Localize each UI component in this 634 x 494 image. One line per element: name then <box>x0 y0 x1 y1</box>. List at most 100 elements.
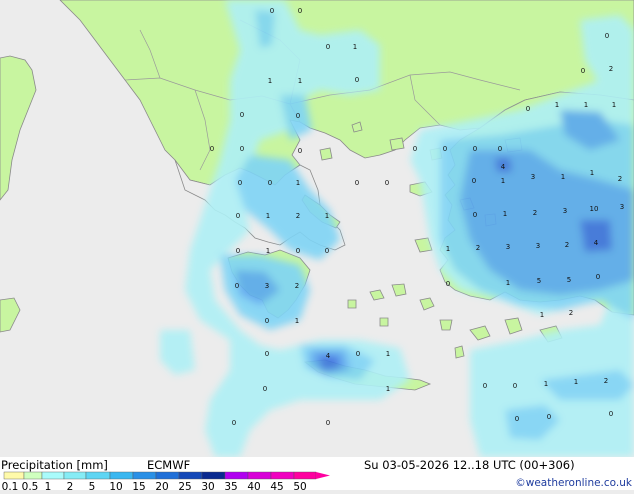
point-value: 0 <box>443 145 447 153</box>
point-value: 2 <box>565 241 569 249</box>
point-value: 1 <box>561 173 565 181</box>
colorbar-tick-label: 30 <box>201 481 214 490</box>
colorbar-tick-label: 25 <box>178 481 191 490</box>
point-value: 10 <box>590 205 599 213</box>
point-value: 2 <box>533 209 537 217</box>
point-value: 0 <box>263 385 267 393</box>
point-value: 1 <box>298 77 302 85</box>
point-value: 1 <box>612 101 616 109</box>
colorbar-swatch <box>63 471 87 480</box>
point-value: 0 <box>446 280 450 288</box>
point-value: 0 <box>296 247 300 255</box>
point-value: 1 <box>353 43 357 51</box>
point-value: 5 <box>537 277 541 285</box>
point-value: 1 <box>540 311 544 319</box>
point-value: 0 <box>268 179 272 187</box>
point-value: 1 <box>555 101 559 109</box>
colorbar-tick-label: 45 <box>270 481 283 490</box>
point-value: 3 <box>531 173 535 181</box>
legend-title: Precipitation [mm] <box>1 458 108 472</box>
point-value: 0 <box>526 105 530 113</box>
colorbar <box>3 471 330 480</box>
colorbar-tick-label: 40 <box>247 481 260 490</box>
colorbar-tick-label: 15 <box>132 481 145 490</box>
point-value: 0 <box>210 145 214 153</box>
point-value: 3 <box>620 203 624 211</box>
colorbar-arrow <box>316 472 330 479</box>
point-value: 0 <box>298 147 302 155</box>
point-value: 1 <box>386 350 390 358</box>
point-value: 0 <box>238 179 242 187</box>
point-value: 0 <box>473 211 477 219</box>
point-value: 0 <box>609 410 613 418</box>
model-name: ECMWF <box>147 458 190 472</box>
point-value: 3 <box>563 207 567 215</box>
point-value: 2 <box>604 377 608 385</box>
point-value: 2 <box>476 244 480 252</box>
point-value: 2 <box>296 212 300 220</box>
point-value: 0 <box>355 179 359 187</box>
point-value: 1 <box>446 245 450 253</box>
point-value: 0 <box>513 382 517 390</box>
point-value: 0 <box>498 145 502 153</box>
colorbar-swatch <box>155 471 180 480</box>
colorbar-swatch <box>293 471 317 480</box>
colorbar-tick-label: 20 <box>155 481 168 490</box>
colorbar-swatch <box>201 471 226 480</box>
colorbar-ticks: 0.1 0.5 1 2 5 10 15 20 25 30 35 40 45 50 <box>2 481 307 493</box>
colorbar-swatch <box>41 471 65 480</box>
point-value: 1 <box>295 317 299 325</box>
point-value: 0 <box>473 145 477 153</box>
point-value: 0 <box>236 212 240 220</box>
colorbar-swatch <box>3 471 25 480</box>
point-value: 0 <box>236 247 240 255</box>
point-value: 2 <box>618 175 622 183</box>
point-value: 0 <box>235 282 239 290</box>
point-value: 0 <box>325 247 329 255</box>
point-value: 0 <box>483 382 487 390</box>
point-value: 0 <box>326 43 330 51</box>
point-value: 0 <box>326 419 330 427</box>
credit-text: ©weatheronline.co.uk <box>515 477 633 489</box>
colorbar-tick-label: 35 <box>224 481 237 490</box>
point-value: 0 <box>385 179 389 187</box>
point-value: 3 <box>506 243 510 251</box>
point-value: 1 <box>584 101 588 109</box>
colorbar-tick-label: 0.5 <box>22 481 39 490</box>
point-value: 0 <box>240 111 244 119</box>
point-value: 0 <box>356 350 360 358</box>
point-value: 3 <box>536 242 540 250</box>
colorbar-tick-label: 2 <box>67 481 74 490</box>
colorbar-tick-label: 1 <box>45 481 52 490</box>
point-value: 0 <box>296 112 300 120</box>
point-value: 1 <box>266 247 270 255</box>
point-value: 0 <box>472 177 476 185</box>
colorbar-swatch <box>247 471 272 480</box>
colorbar-swatch <box>224 471 249 480</box>
point-value: 0 <box>270 7 274 15</box>
point-value: 0 <box>581 67 585 75</box>
weather-map-panel: 0001110000000010000121010003201040110000… <box>0 0 634 493</box>
point-value: 4 <box>501 163 506 171</box>
point-value: 1 <box>386 385 390 393</box>
legend-bar: Precipitation [mm] ECMWF Su 03-05-2026 1… <box>0 457 634 493</box>
point-value: 1 <box>325 212 329 220</box>
point-value: 1 <box>503 210 507 218</box>
colorbar-tick-label: 10 <box>109 481 122 490</box>
colorbar-swatch <box>132 471 157 480</box>
point-value: 0 <box>298 7 302 15</box>
precipitation-map: 0 00 11 1 0000 0 00 0 1 0 000 1 2 10 1 0 00 3 20 10 4 0 1100 00… <box>0 0 634 457</box>
point-value: 0 <box>605 32 609 40</box>
point-value: 4 <box>326 352 331 360</box>
point-value: 3 <box>265 282 269 290</box>
colorbar-swatch <box>23 471 43 480</box>
colorbar-tick-label: 5 <box>89 481 96 490</box>
colorbar-swatch <box>178 471 203 480</box>
point-value: 0 <box>515 415 519 423</box>
point-value: 0 <box>232 419 236 427</box>
point-value: 0 <box>547 413 551 421</box>
point-value: 1 <box>544 380 548 388</box>
colorbar-tick-label: 0.1 <box>2 481 19 490</box>
valid-time: Su 03-05-2026 12..18 UTC (00+306) <box>364 458 575 472</box>
point-value: 1 <box>268 77 272 85</box>
